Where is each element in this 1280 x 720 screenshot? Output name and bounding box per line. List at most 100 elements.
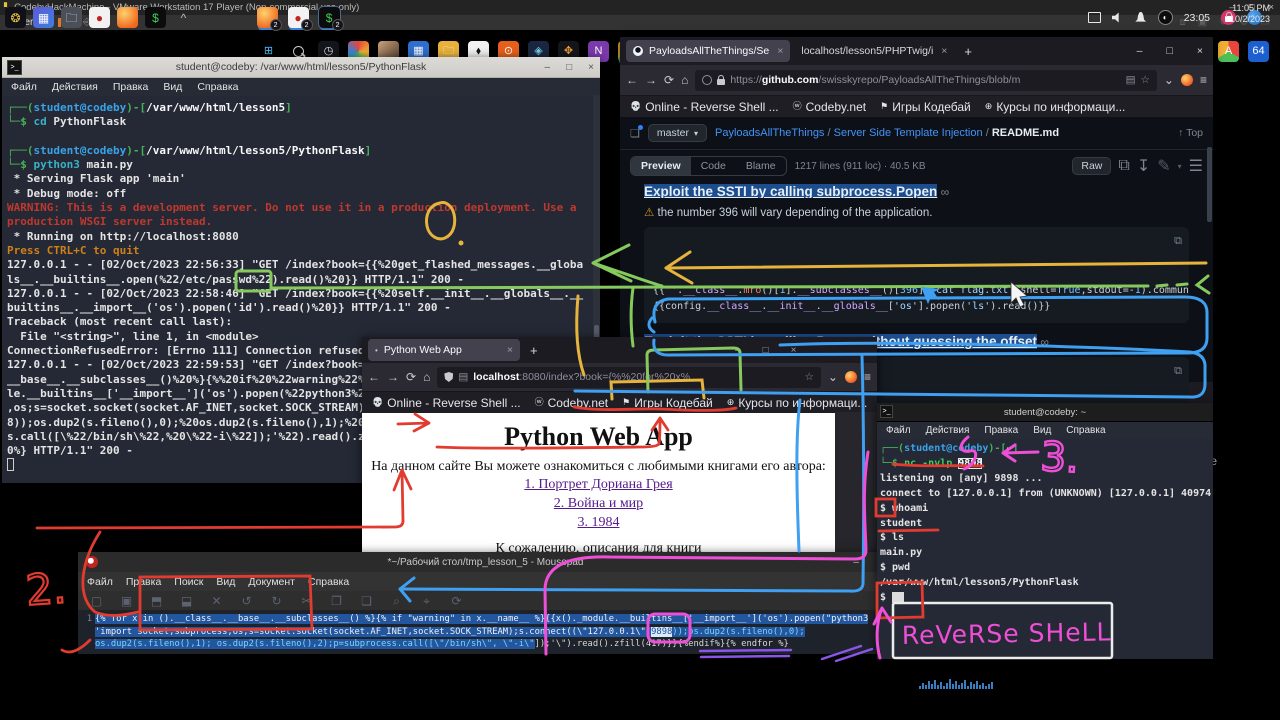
tracking-shield-icon[interactable] <box>444 372 453 382</box>
tab-blame[interactable]: Blame <box>736 157 786 175</box>
windows-clock[interactable]: 11:05 PM 10/2/2023 <box>1230 3 1270 25</box>
bookmark-courses[interactable]: ⊕Курсы по информаци... <box>985 100 1126 114</box>
undo-icon[interactable]: ↺ <box>236 590 257 611</box>
maximize-button[interactable]: □ <box>1167 45 1173 57</box>
vm-clock[interactable]: 23:05 <box>1184 12 1210 24</box>
search-icon[interactable]: ⌕ <box>386 590 407 611</box>
firefox-launcher-icon[interactable] <box>117 7 138 28</box>
show-apps-chevron-icon[interactable]: ^ <box>173 7 194 28</box>
book-link-3[interactable]: 3. 1984 <box>362 513 835 532</box>
hamburger-menu-icon[interactable]: ≡ <box>1200 73 1207 87</box>
tab-localhost-phptwig[interactable]: localhost/lesson5/PHPTwig/i× <box>794 40 954 62</box>
bookmark-star-icon[interactable]: ☆ <box>1141 74 1150 86</box>
terminal2-output[interactable]: ┌──(student@codeby)-[~]└─$ nc -nvlp 9898… <box>877 439 1213 659</box>
heading-subprocess-popen[interactable]: Exploit the SSTI by calling subprocess.P… <box>644 184 937 198</box>
paste-icon[interactable]: ❏ <box>356 590 377 611</box>
redo-icon[interactable]: ↻ <box>266 590 287 611</box>
bookmark-reverse-shell[interactable]: 💀Online - Reverse Shell ... <box>372 396 521 410</box>
close-button[interactable]: × <box>1197 45 1203 57</box>
menu-item[interactable]: Файл <box>11 81 37 93</box>
copy-code-icon[interactable]: ⧉ <box>1174 363 1182 379</box>
goto-icon[interactable]: ⟳ <box>446 590 467 611</box>
reload-icon[interactable]: ⟳ <box>406 370 416 384</box>
save-as-icon[interactable]: ⬓ <box>176 590 197 611</box>
menu-item[interactable]: Правка <box>113 81 148 93</box>
menu-item[interactable]: Поиск <box>174 576 203 588</box>
breadcrumb-repo[interactable]: PayloadsAllTheThings <box>715 127 824 139</box>
maximize-button[interactable]: □ <box>763 345 769 356</box>
new-tab-button[interactable]: + <box>530 343 538 358</box>
bookmark-courses[interactable]: ⊕Курсы по информаци... <box>727 396 868 410</box>
view-switcher[interactable]: Preview Code Blame <box>630 156 787 176</box>
chrome-profile-icon[interactable]: A <box>1218 41 1239 62</box>
reader-icon[interactable]: ▤ <box>1126 74 1136 86</box>
terminal2-titlebar[interactable]: >_ student@codeby: ~ <box>877 403 1213 422</box>
branch-selector[interactable]: master▾ <box>648 124 707 142</box>
maximize-button[interactable]: □ <box>566 62 572 73</box>
window-list-icon[interactable] <box>1088 12 1101 23</box>
minimize-button[interactable]: – <box>853 557 859 568</box>
edit-caret-icon[interactable]: ▾ <box>1178 162 1182 171</box>
page-scrollbar[interactable] <box>1207 147 1212 222</box>
book-link-2[interactable]: 2. Война и мир <box>362 494 835 513</box>
minimize-button[interactable]: – <box>1137 45 1143 57</box>
pocket-icon[interactable]: ⌄ <box>1164 73 1174 87</box>
menu-item[interactable]: Справка <box>1066 425 1105 436</box>
home-icon[interactable]: ⌂ <box>681 73 688 87</box>
codeby-logo-icon[interactable]: ❂ <box>5 7 26 28</box>
close-tab-icon[interactable]: × <box>941 45 947 57</box>
forward-icon[interactable]: → <box>387 370 399 384</box>
menu-item[interactable]: Документ <box>248 576 295 588</box>
copy-raw-icon[interactable]: ⧉ <box>1118 157 1129 175</box>
notifications-bell-icon[interactable] <box>1135 12 1147 24</box>
minimize-button[interactable]: – <box>735 345 741 356</box>
power-manager-icon[interactable]: ◐ <box>1158 10 1173 25</box>
copy-icon[interactable]: ❐ <box>326 590 347 611</box>
menu-item[interactable]: Справка <box>197 81 238 93</box>
book-link-1[interactable]: 1. Портрет Дориана Грея <box>362 475 835 494</box>
volume-icon[interactable] <box>1112 12 1124 24</box>
replace-icon[interactable]: ⌖ <box>416 590 437 611</box>
mousepad-editor[interactable]: 1 {% for x in ().__class__.__base__.__su… <box>78 611 893 654</box>
close-document-icon[interactable]: ✕ <box>206 590 227 611</box>
close-button[interactable]: × <box>588 62 594 73</box>
forward-icon[interactable]: → <box>645 73 657 87</box>
firefox-account-icon[interactable] <box>845 371 857 383</box>
back-to-top-link[interactable]: ↑ Top <box>1178 127 1203 139</box>
menu-item[interactable]: Файл <box>886 425 911 436</box>
file-manager-icon[interactable]: 🗀 <box>61 7 82 28</box>
menu-item[interactable]: Вид <box>216 576 235 588</box>
open-icon[interactable]: ▣ <box>116 590 137 611</box>
mousepad-window-button[interactable]: ●2 <box>288 7 309 28</box>
file-tree-toggle-icon[interactable]: ❏ <box>630 127 640 140</box>
tab-preview[interactable]: Preview <box>631 157 691 175</box>
anchor-link-icon[interactable]: ∞ <box>1040 335 1049 349</box>
pin64-app-icon[interactable]: 64 <box>1248 41 1269 62</box>
pocket-icon[interactable]: ⌄ <box>828 370 838 384</box>
bookmark-star-icon[interactable]: ☆ <box>805 371 814 383</box>
raw-button[interactable]: Raw <box>1072 157 1111 175</box>
close-tab-icon[interactable]: × <box>777 45 783 57</box>
bookmark-codeby[interactable]: ⓦCodeby.net <box>535 396 609 410</box>
copy-code-icon[interactable]: ⧉ <box>1174 233 1182 249</box>
terminal-window-button[interactable]: $2 <box>319 7 340 28</box>
firefox-account-icon[interactable] <box>1181 74 1193 86</box>
new-document-icon[interactable]: ▢ <box>86 590 107 611</box>
menu-item[interactable]: Правка <box>126 576 161 588</box>
url-bar[interactable]: ▤ localhost:8080/index?book={%%20for%20x… <box>437 367 821 388</box>
page-info-icon[interactable]: ▤ <box>458 371 468 383</box>
menu-item[interactable]: Файл <box>87 576 113 588</box>
tab-python-web-app[interactable]: • Python Web App× <box>368 339 520 361</box>
hamburger-menu-icon[interactable]: ≡ <box>864 370 871 384</box>
menu-item[interactable]: Вид <box>1033 425 1051 436</box>
back-icon[interactable]: ← <box>368 370 380 384</box>
anchor-link-icon[interactable]: ∞ <box>941 185 950 198</box>
terminal1-titlebar[interactable]: >_ student@codeby: /var/www/html/lesson5… <box>2 57 600 78</box>
download-icon[interactable]: ↧ <box>1137 156 1150 176</box>
close-button[interactable]: × <box>791 345 797 356</box>
firefox-window-button[interactable]: 2 <box>257 7 278 28</box>
terminal-launcher-icon[interactable]: $ <box>145 7 166 28</box>
minimize-button[interactable]: – <box>545 62 551 73</box>
mousepad-launcher-icon[interactable]: ● <box>89 7 110 28</box>
menu-item[interactable]: Действия <box>52 81 98 93</box>
